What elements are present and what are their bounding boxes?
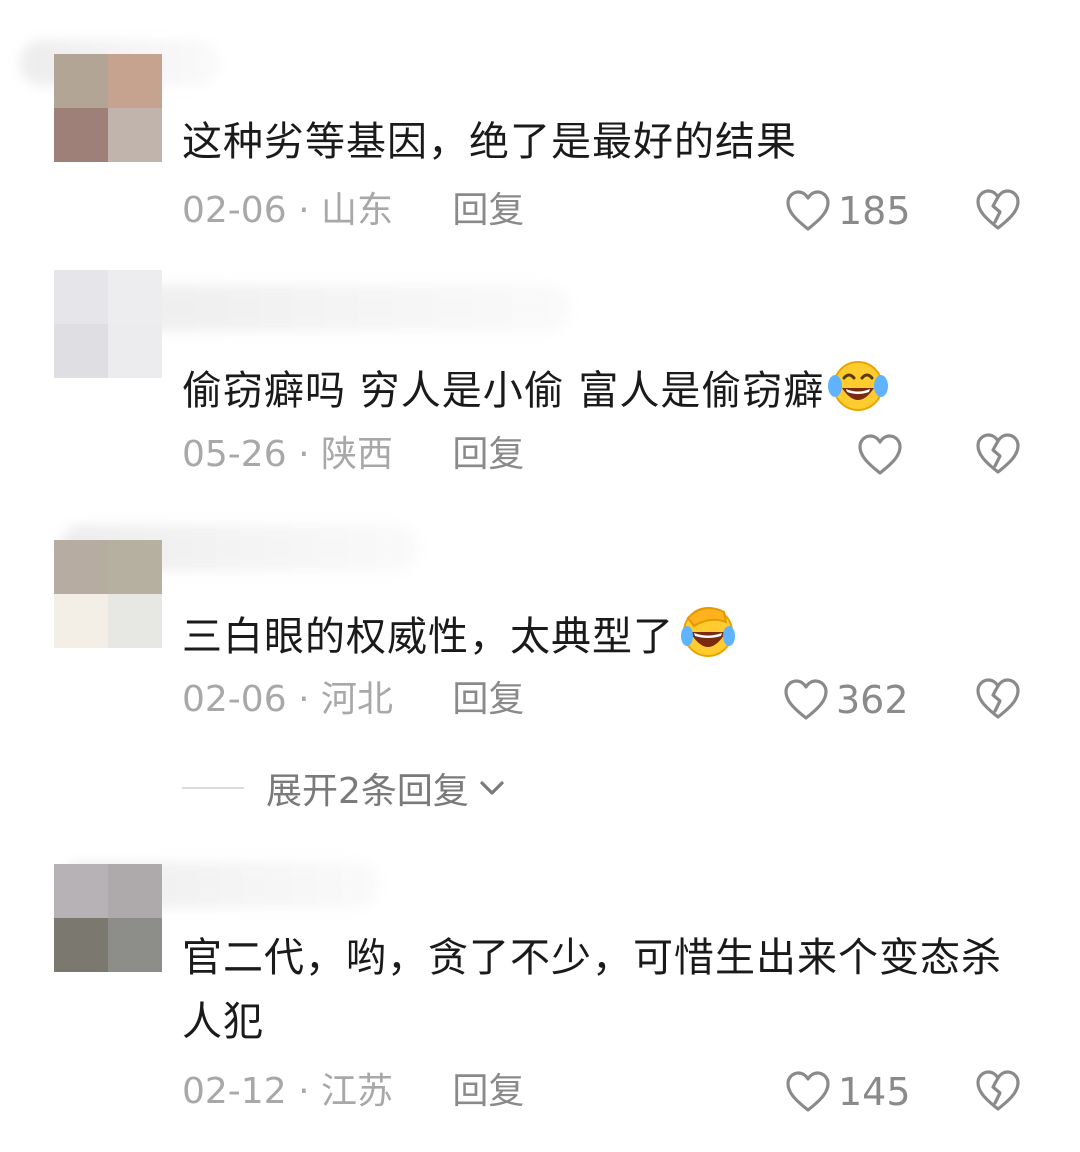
heart-icon bbox=[786, 190, 830, 231]
comment-date: 02-06 bbox=[182, 190, 287, 231]
heart-icon bbox=[786, 1071, 830, 1112]
broken-heart-icon[interactable] bbox=[974, 186, 1022, 234]
avatar-tile bbox=[108, 54, 162, 108]
avatar-tile bbox=[108, 918, 162, 972]
comment-meta: 02-06 · 山东 回复 bbox=[182, 190, 525, 231]
avatar[interactable] bbox=[54, 540, 162, 648]
comment-date: 02-12 bbox=[182, 1071, 287, 1112]
expand-replies-label: 展开2条回复 bbox=[266, 771, 469, 812]
avatar-tile bbox=[54, 270, 108, 324]
comment-meta: 02-12 · 江苏 回复 bbox=[182, 1071, 525, 1112]
reply-button[interactable]: 回复 bbox=[452, 679, 524, 720]
avatar[interactable] bbox=[54, 54, 162, 162]
comment-location: 江苏 bbox=[320, 1071, 393, 1112]
laughing-tears-emoji bbox=[828, 361, 889, 411]
avatar[interactable] bbox=[54, 864, 162, 972]
comment-date: 05-26 bbox=[182, 434, 287, 475]
avatar-tile bbox=[108, 324, 162, 378]
like-count: 362 bbox=[836, 678, 909, 722]
comment-meta: 05-26 · 陕西 回复 bbox=[182, 434, 525, 475]
like-button[interactable]: 362 bbox=[782, 675, 909, 725]
broken-heart-icon[interactable] bbox=[974, 430, 1022, 478]
avatar-tile bbox=[108, 108, 162, 162]
avatar-tile bbox=[54, 540, 108, 594]
reply-button[interactable]: 回复 bbox=[452, 190, 524, 231]
expand-replies-button[interactable]: 展开2条回复 bbox=[182, 760, 509, 816]
reply-button[interactable]: 回复 bbox=[452, 434, 524, 475]
broken-heart-icon[interactable] bbox=[974, 1067, 1022, 1115]
avatar[interactable] bbox=[54, 270, 162, 378]
comment-date: 02-06 bbox=[182, 679, 287, 720]
comment-meta: 02-06 · 河北 回复 bbox=[182, 679, 525, 720]
comment-text: 偷窃癖吗 穷人是小偷 富人是偷窃癖 bbox=[182, 350, 1040, 423]
divider bbox=[182, 787, 244, 789]
comment-text: 三白眼的权威性，太典型了 bbox=[182, 596, 1000, 669]
reply-button[interactable]: 回复 bbox=[452, 1071, 524, 1112]
avatar-tile bbox=[54, 918, 108, 972]
chevron-down-icon bbox=[480, 781, 504, 795]
comment-location: 河北 bbox=[320, 679, 393, 720]
heart-icon bbox=[784, 679, 828, 720]
broken-heart-icon[interactable] bbox=[974, 675, 1022, 723]
avatar-tile bbox=[108, 594, 162, 648]
avatar-tile bbox=[108, 864, 162, 918]
avatar-tile bbox=[54, 108, 108, 162]
avatar-tile bbox=[54, 594, 108, 648]
avatar-tile bbox=[54, 54, 108, 108]
like-button[interactable]: 185 bbox=[784, 186, 911, 236]
heart-icon bbox=[858, 434, 902, 475]
comment-text: 官二代，哟，贪了不少，可惜生出来个变态杀人犯 bbox=[182, 935, 1002, 1045]
comment-text: 这种劣等基因，绝了是最好的结果 bbox=[182, 119, 797, 165]
like-count: 145 bbox=[838, 1070, 911, 1114]
like-button[interactable] bbox=[856, 430, 910, 480]
avatar-tile bbox=[54, 324, 108, 378]
avatar-tile bbox=[108, 270, 162, 324]
like-count: 185 bbox=[838, 189, 911, 233]
like-button[interactable]: 145 bbox=[784, 1067, 911, 1117]
avatar-tile bbox=[54, 864, 108, 918]
avatar-tile bbox=[108, 540, 162, 594]
comment-location: 陕西 bbox=[320, 434, 393, 475]
facepalm-cry-emoji bbox=[681, 607, 735, 657]
comment-location: 山东 bbox=[320, 190, 393, 231]
